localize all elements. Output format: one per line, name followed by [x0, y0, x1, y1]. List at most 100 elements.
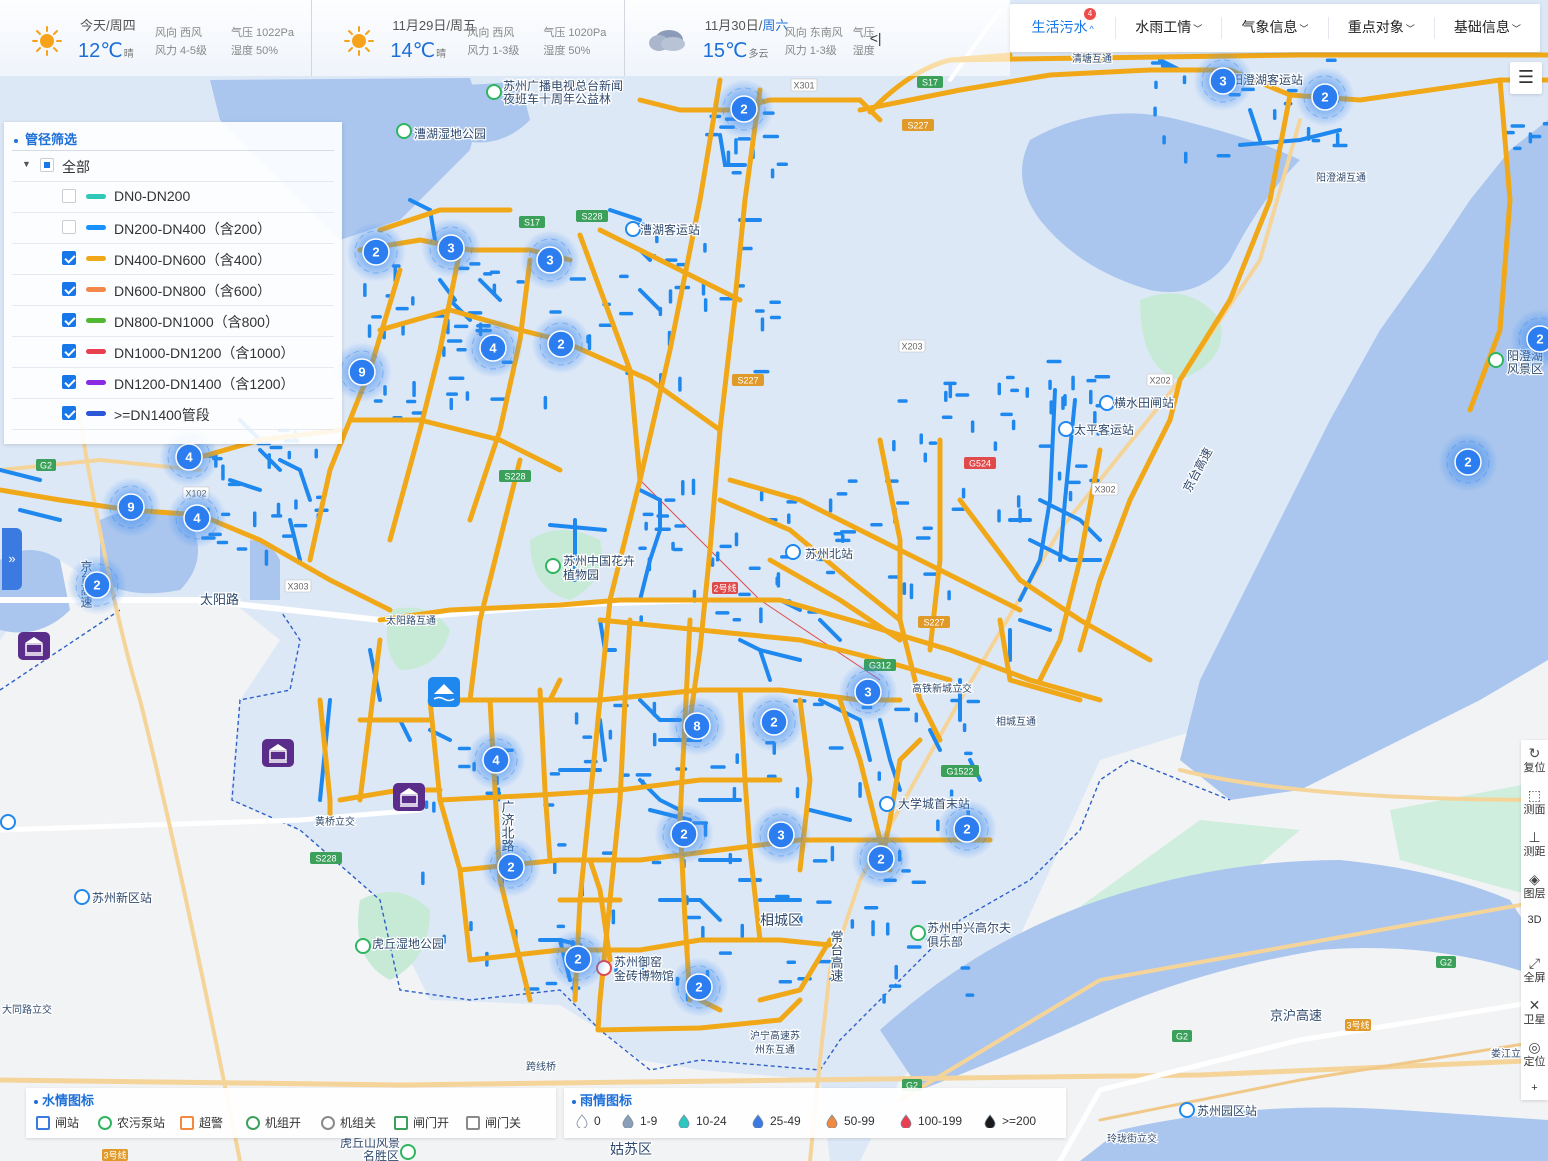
cluster-marker[interactable]: 4	[466, 730, 526, 790]
cluster-marker[interactable]: 2	[851, 829, 911, 889]
pipe-filter-item[interactable]: DN1000-DN1200（含1000）	[12, 337, 334, 368]
poi-marker[interactable]	[355, 938, 371, 954]
cluster-marker[interactable]: 2	[744, 692, 804, 752]
cluster-marker[interactable]: 2	[654, 804, 714, 864]
pipe-filter-item[interactable]: DN400-DN600（含400）	[12, 244, 334, 275]
raindrop-icon	[984, 1114, 996, 1129]
cluster-marker[interactable]: 4	[463, 318, 523, 378]
poi-marker[interactable]	[625, 221, 641, 237]
cluster-marker[interactable]: 2	[346, 222, 406, 282]
cluster-marker[interactable]: 3	[1193, 51, 1253, 111]
checkbox[interactable]	[62, 251, 76, 265]
poi-marker[interactable]	[74, 889, 90, 905]
poi-marker[interactable]	[0, 814, 16, 830]
cluster-marker[interactable]: 3	[751, 805, 811, 865]
pipe-filter-item[interactable]: >=DN1400管段	[12, 399, 334, 430]
cluster-marker[interactable]: 2	[714, 79, 774, 139]
cluster-marker[interactable]: 2	[1295, 67, 1355, 127]
place-label: 太阳路	[200, 592, 239, 607]
cluster-marker[interactable]: 3	[838, 662, 898, 722]
place-label: 姑苏区	[610, 1141, 652, 1157]
cluster-marker[interactable]: 2	[937, 799, 997, 859]
cluster-marker[interactable]: 3	[520, 230, 580, 290]
museum-marker[interactable]	[18, 632, 50, 660]
checkbox[interactable]	[62, 313, 76, 327]
checkbox[interactable]	[62, 344, 76, 358]
poi-marker[interactable]	[486, 84, 502, 100]
nav-key-objects[interactable]: 重点对象 ﹀	[1329, 17, 1435, 39]
place-label: 阳澄湖互通	[1316, 171, 1366, 184]
pipe-filter-item[interactable]: DN0-DN200	[12, 182, 334, 213]
pump-station-marker[interactable]	[428, 677, 460, 707]
pipe-filter-item[interactable]: DN1200-DN1400（含1200）	[12, 368, 334, 399]
road-tag-text: S17	[524, 218, 540, 228]
nav-weather[interactable]: 气象信息 ﹀	[1222, 17, 1329, 39]
tool-locate[interactable]: ◎ 定位	[1521, 1034, 1548, 1076]
place-label: 虎丘湿地公园	[372, 936, 444, 951]
tool-layers[interactable]: ◈ 图层	[1521, 866, 1548, 908]
checkbox[interactable]	[62, 189, 76, 203]
checkbox[interactable]	[62, 375, 76, 389]
tool-3d[interactable]: 3D	[1521, 908, 1548, 950]
checkbox[interactable]	[62, 220, 76, 234]
left-expand-button[interactable]: »	[2, 528, 22, 590]
place-label: 横水田闸站	[1114, 396, 1174, 410]
poi-marker[interactable]	[1179, 1102, 1195, 1118]
tool-fullscreen[interactable]: ⤢ 全屏	[1521, 950, 1548, 992]
road-label: 常台高速	[829, 930, 844, 982]
road-tag-text: S227	[907, 121, 928, 131]
cluster-marker[interactable]: 8	[667, 696, 727, 756]
pipe-filter-item[interactable]: DN600-DN800（含600）	[12, 275, 334, 306]
place-label: 名胜区	[363, 1148, 399, 1161]
road-tag-text: G1522	[946, 767, 973, 777]
road-tag: X303	[284, 579, 312, 593]
cluster-count: 4	[193, 511, 201, 526]
poi-marker[interactable]	[1058, 421, 1074, 437]
poi-marker[interactable]	[545, 558, 561, 574]
poi-marker[interactable]	[400, 1144, 416, 1160]
nav-domestic-sewage[interactable]: 生活污水 ^ 4	[1010, 8, 1117, 39]
museum-marker[interactable]	[393, 783, 425, 811]
tool-label: 测面	[1523, 804, 1546, 816]
poi-marker[interactable]	[785, 544, 801, 560]
cluster-marker[interactable]: 2	[669, 957, 729, 1017]
weather-collapse-button[interactable]: <|	[870, 30, 882, 46]
tool-measure-distance[interactable]: ⊥ 测距	[1521, 824, 1548, 866]
checkbox[interactable]	[62, 406, 76, 420]
cluster-marker[interactable]: 2	[548, 929, 608, 989]
pipe-filter-item[interactable]: DN800-DN1000（含800）	[12, 306, 334, 337]
cluster-marker[interactable]: 2	[531, 314, 591, 374]
weather-day-2: 11月29日/周五 14℃晴 风向 西风 风力 1-3级 气压 1020Pa 湿…	[312, 0, 625, 76]
nav-basic-info[interactable]: 基础信息 ﹀	[1435, 17, 1540, 39]
museum-marker[interactable]	[262, 739, 294, 767]
checkbox-all[interactable]	[40, 158, 54, 172]
poi-marker[interactable]	[879, 796, 895, 812]
poi-marker[interactable]	[1488, 352, 1504, 368]
raindrop-icon	[678, 1114, 690, 1129]
cluster-marker[interactable]: 4	[167, 488, 227, 548]
cluster-marker[interactable]: 2	[481, 837, 541, 897]
poi-marker[interactable]	[1099, 395, 1115, 411]
cluster-count: 2	[93, 578, 100, 593]
tool-satellite[interactable]: ✕ 卫星	[1521, 992, 1548, 1034]
tool-measure-area[interactable]: ⬚ 测面	[1521, 782, 1548, 824]
pipe-filter-all[interactable]: ▼ 全部	[12, 151, 334, 182]
list-toggle-button[interactable]: ☰	[1510, 62, 1542, 94]
cluster-marker[interactable]: 2	[1438, 432, 1498, 492]
tool-reset[interactable]: ↻ 复位	[1521, 740, 1548, 782]
caret-down-icon[interactable]: ▼	[22, 159, 31, 169]
cluster-marker[interactable]: 2	[67, 555, 127, 615]
nav-water-rain[interactable]: 水雨工情 ﹀	[1116, 17, 1223, 39]
poi-marker[interactable]	[910, 925, 926, 941]
cluster-marker[interactable]: 3	[421, 218, 481, 278]
poi-marker[interactable]	[396, 123, 412, 139]
tool-zoom-in[interactable]: +	[1521, 1076, 1548, 1118]
checkbox[interactable]	[62, 282, 76, 296]
cluster-marker[interactable]: 9	[101, 477, 161, 537]
pipe-filter-item[interactable]: DN200-DN400（含200）	[12, 213, 334, 244]
rain-legend-item: 25-49	[752, 1114, 801, 1129]
place-label: 清塘互通	[1072, 52, 1112, 65]
road-tag-text: G2	[40, 461, 52, 471]
cluster-count: 3	[777, 828, 784, 843]
place-label: 金砖博物馆	[614, 968, 674, 983]
